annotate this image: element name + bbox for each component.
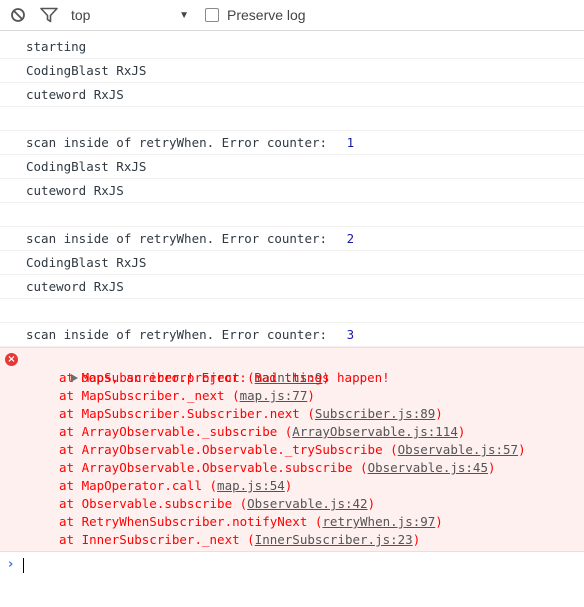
log-line: scan inside of retryWhen. Error counter:… — [0, 227, 584, 251]
preserve-log-checkbox[interactable] — [205, 8, 219, 22]
source-link[interactable]: Observable.js:42 — [247, 496, 367, 511]
source-link[interactable]: Subscriber.js:89 — [315, 406, 435, 421]
stack-trace-line: at RetryWhenSubscriber.notifyNext (retry… — [0, 513, 584, 531]
stack-trace-line: at MapSubscriber._next (map.js:77) — [0, 387, 584, 405]
source-link[interactable]: ArrayObservable.js:114 — [292, 424, 458, 439]
source-link[interactable]: InnerSubscriber.js:23 — [255, 532, 413, 547]
stack-trace-line: at Observable.subscribe (Observable.js:4… — [0, 495, 584, 513]
stack-trace-line: at MapSubscriber.Subscriber.next (Subscr… — [0, 405, 584, 423]
stack-frame-text: at RetryWhenSubscriber.notifyNext ( — [59, 514, 323, 529]
context-selector[interactable]: top ▼ — [71, 7, 191, 23]
log-text: CodingBlast RxJS — [26, 255, 147, 270]
stack-frame-text: at InnerSubscriber._next ( — [59, 532, 255, 547]
blank-log-line — [0, 203, 584, 227]
clear-console-icon[interactable] — [8, 5, 28, 25]
log-line: cuteword RxJS — [0, 83, 584, 107]
stack-frame-text: at Observable.subscribe ( — [59, 496, 248, 511]
chevron-down-icon: ▼ — [179, 9, 189, 21]
log-text: scan inside of retryWhen. Error counter: — [26, 231, 335, 246]
log-text: cuteword RxJS — [26, 279, 124, 294]
stack-frame-text: at ArrayObservable.Observable._trySubscr… — [59, 442, 398, 457]
log-line: CodingBlast RxJS — [0, 251, 584, 275]
stack-frame-suffix: ) — [518, 442, 526, 457]
prompt-chevron-icon: › — [8, 557, 14, 572]
log-line: cuteword RxJS — [0, 275, 584, 299]
context-label: top — [71, 7, 91, 23]
log-text: starting — [26, 39, 87, 54]
stack-frame-text: at MapSubscriber.Subscriber.next ( — [59, 406, 315, 421]
stack-trace-line: at ArrayObservable.Observable._trySubscr… — [0, 441, 584, 459]
stack-frame-text: at ArrayObservable.Observable.subscribe … — [59, 460, 368, 475]
error-counter-value: 2 — [346, 231, 355, 246]
log-text: CodingBlast RxJS — [26, 63, 147, 78]
stack-trace-line: at ArrayObservable.Observable.subscribe … — [0, 459, 584, 477]
log-text: cuteword RxJS — [26, 87, 124, 102]
stack-trace-line: at MapOperator.call (map.js:54) — [0, 477, 584, 495]
log-text: scan inside of retryWhen. Error counter: — [26, 327, 335, 342]
stack-frame-suffix: ) — [412, 532, 421, 547]
preserve-log-option[interactable]: Preserve log — [205, 7, 306, 23]
error-header[interactable]: × oops, an error! Error: Bad things happe… — [0, 351, 584, 385]
error-counter-value: 3 — [346, 327, 355, 342]
preserve-log-label: Preserve log — [227, 7, 306, 23]
error-text: oops, an error! Error: Bad things happen… — [81, 370, 390, 385]
stack-frame-suffix: ) — [367, 496, 376, 511]
error-message: × oops, an error! Error: Bad things happe… — [0, 347, 584, 552]
filter-icon[interactable] — [39, 5, 59, 25]
stack-trace-line: at ArrayObservable._subscribe (ArrayObse… — [0, 423, 584, 441]
log-text: CodingBlast RxJS — [26, 159, 147, 174]
source-link[interactable]: Observable.js:45 — [368, 460, 488, 475]
log-line: cuteword RxJS — [0, 179, 584, 203]
stack-frame-text: at ArrayObservable._subscribe ( — [59, 424, 293, 439]
stack-frame-suffix: ) — [307, 388, 315, 403]
stack-frame-suffix: ) — [435, 514, 443, 529]
stack-frame-text: at MapOperator.call ( — [59, 478, 218, 493]
log-text: cuteword RxJS — [26, 183, 124, 198]
log-text: scan inside of retryWhen. Error counter: — [26, 135, 335, 150]
source-link[interactable]: map.js:54 — [217, 478, 285, 493]
stack-trace-line: at InnerSubscriber._next (InnerSubscribe… — [0, 531, 584, 549]
blank-log-line — [0, 107, 584, 131]
expand-triangle-icon[interactable] — [71, 374, 79, 382]
stack-frame-suffix: ) — [487, 460, 496, 475]
log-line: scan inside of retryWhen. Error counter:… — [0, 323, 584, 347]
stack-frame-suffix: ) — [457, 424, 466, 439]
source-link[interactable]: map.js:77 — [240, 388, 308, 403]
log-line: starting — [0, 35, 584, 59]
log-line: scan inside of retryWhen. Error counter:… — [0, 131, 584, 155]
source-link[interactable]: Observable.js:57 — [398, 442, 518, 457]
console-prompt[interactable]: › — [0, 552, 584, 578]
log-line: CodingBlast RxJS — [0, 155, 584, 179]
stack-frame-suffix: ) — [435, 406, 443, 421]
stack-frame-suffix: ) — [284, 478, 293, 493]
stack-frame-text: at MapSubscriber._next ( — [59, 388, 240, 403]
source-link[interactable]: retryWhen.js:97 — [322, 514, 435, 529]
console-toolbar: top ▼ Preserve log — [0, 0, 584, 31]
log-line: CodingBlast RxJS — [0, 59, 584, 83]
text-cursor — [23, 557, 25, 573]
blank-log-line — [0, 299, 584, 323]
console-messages: starting CodingBlast RxJS cuteword RxJS sca… — [0, 35, 584, 578]
error-counter-value: 1 — [346, 135, 355, 150]
error-icon: × — [5, 353, 18, 366]
